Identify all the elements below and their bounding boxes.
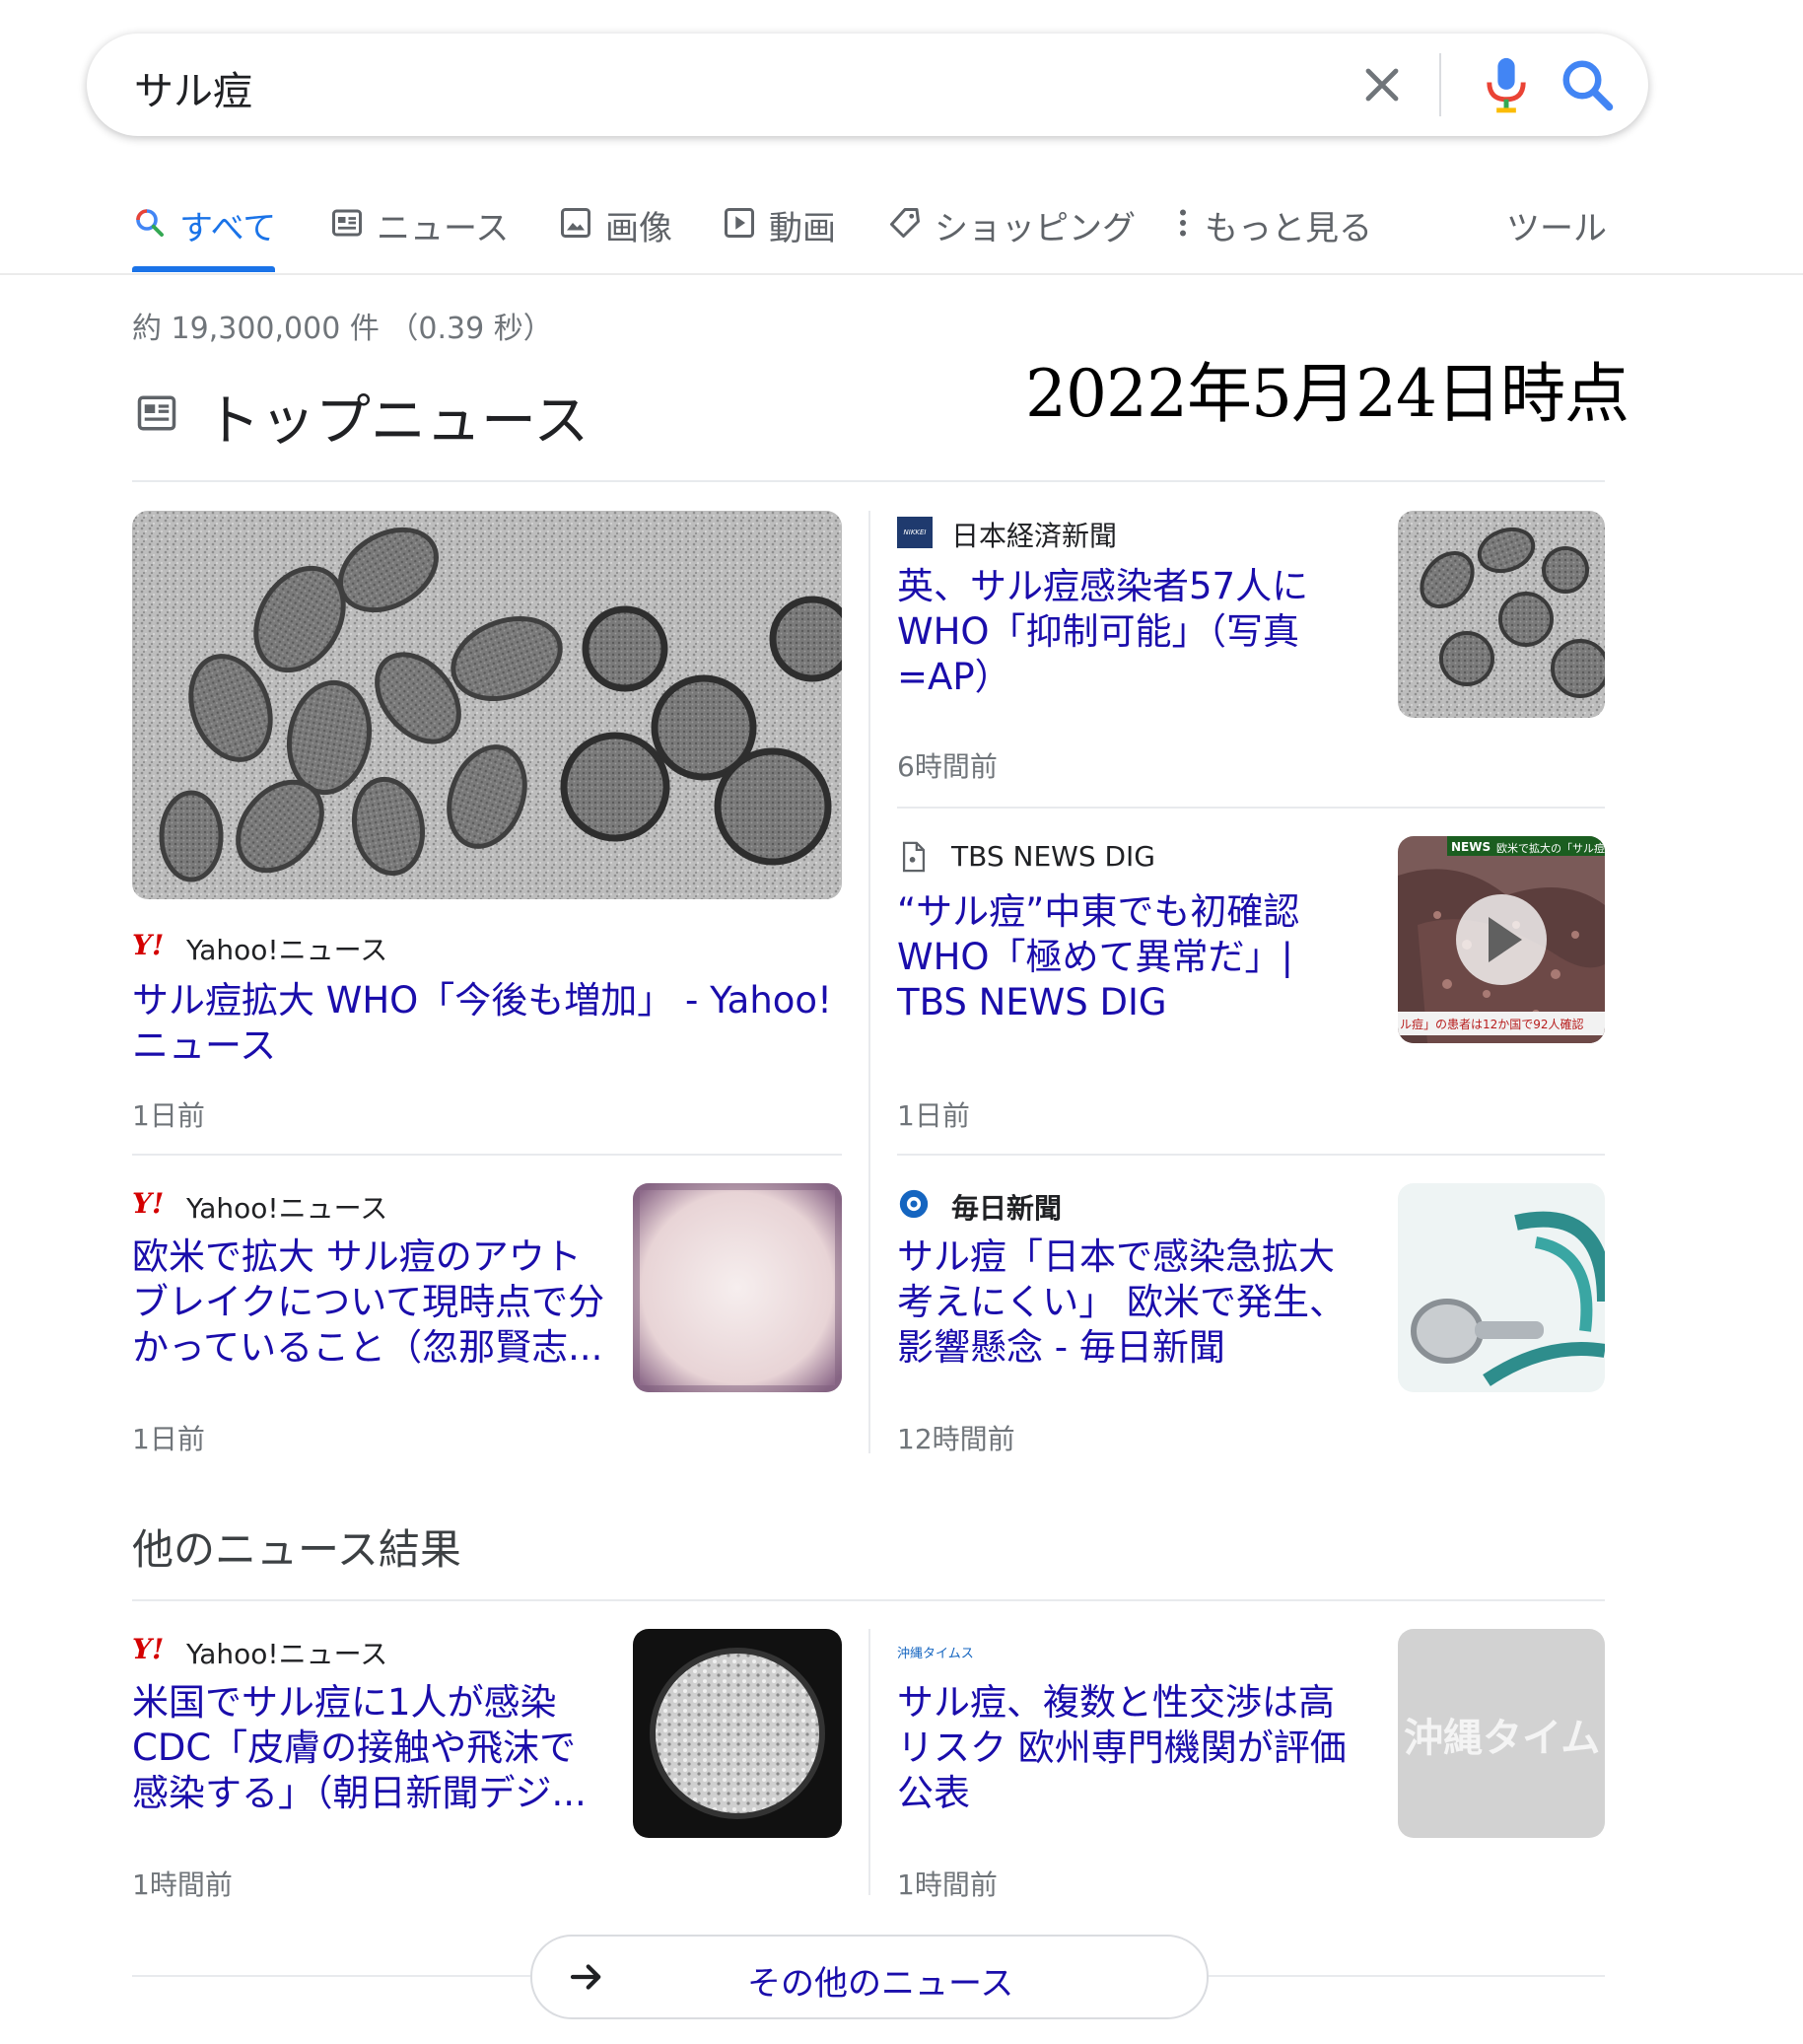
okinawa-times-logo: 沖縄タイムス bbox=[897, 1647, 974, 1661]
news-age: 1日前 bbox=[132, 1423, 205, 1455]
virus-xray-image bbox=[633, 1629, 842, 1838]
news-thumbnail[interactable] bbox=[633, 1629, 842, 1838]
divider bbox=[1205, 1975, 1605, 1977]
divider bbox=[132, 1975, 530, 1977]
source-name: 毎日新聞 bbox=[951, 1192, 1063, 1225]
yahoo-logo: Y! bbox=[132, 1187, 165, 1220]
news-age: 1時間前 bbox=[897, 1868, 998, 1901]
news-headline-link[interactable]: 英、サル痘感染者57人に WHO「抑制可能」（写真=AP） bbox=[897, 564, 1331, 700]
news-thumbnail[interactable] bbox=[1398, 511, 1605, 718]
more-vert-icon bbox=[1180, 209, 1186, 237]
news-source: NIKKEI 日本経済新聞 bbox=[897, 515, 1370, 552]
news-icon bbox=[332, 209, 362, 237]
source-name: Yahoo!ニュース bbox=[186, 1638, 388, 1670]
news-age: 1日前 bbox=[897, 1099, 970, 1132]
search-submit-icon[interactable] bbox=[1558, 55, 1617, 114]
news-headline-link[interactable]: サル痘、複数と性交渉は高リスク 欧州専門機関が評価公表 bbox=[897, 1680, 1370, 1816]
tab-label: 画像 bbox=[605, 209, 672, 248]
date-annotation: 2022年5月24日時点 bbox=[1025, 356, 1630, 432]
divider bbox=[897, 1154, 1605, 1156]
news-headline-link[interactable]: “サル痘”中東でも初確認 WHO「極めて異常だ」| TBS NEWS DIG bbox=[897, 889, 1331, 1025]
tab-label: ニュース bbox=[377, 209, 510, 248]
news-thumbnail[interactable] bbox=[132, 511, 842, 899]
news-age: 1時間前 bbox=[132, 1868, 233, 1901]
image-icon bbox=[561, 208, 590, 238]
divider bbox=[132, 1599, 1605, 1601]
tab-label: もっと見る bbox=[1205, 209, 1372, 248]
column-divider bbox=[868, 1629, 870, 1895]
tab-label: すべて bbox=[179, 209, 277, 248]
clear-icon[interactable] bbox=[1358, 61, 1406, 108]
divider bbox=[897, 807, 1605, 809]
news-source: TBS NEWS DIG bbox=[897, 840, 1370, 876]
mic-icon[interactable] bbox=[1477, 53, 1536, 116]
source-name: TBS NEWS DIG bbox=[951, 840, 1156, 873]
arrow-right-icon bbox=[570, 1964, 601, 1990]
divider bbox=[132, 480, 1605, 482]
rash-hand-image bbox=[1398, 836, 1605, 1043]
yahoo-logo: Y! bbox=[132, 1633, 165, 1665]
news-thumbnail[interactable] bbox=[1398, 1183, 1605, 1392]
news-headline-link[interactable]: 米国でサル痘に1人が感染 CDC「皮膚の接触や飛沫で感染する」（朝日新聞デジ..… bbox=[132, 1680, 605, 1816]
divider bbox=[132, 1154, 842, 1156]
section-title-top-news: トップニュース bbox=[205, 389, 589, 454]
thumb-text: 沖縄タイム bbox=[1404, 1716, 1601, 1761]
news-source: Y! Yahoo!ニュース bbox=[132, 1633, 625, 1670]
section-title-other-news: 他のニュース結果 bbox=[132, 1525, 461, 1574]
virus-micrograph-image bbox=[132, 511, 842, 899]
news-headline-link[interactable]: サル痘「日本で感染急拡大考えにくい」 欧米で発生、影響懸念 - 毎日新聞 bbox=[897, 1234, 1370, 1371]
search-input[interactable]: サル痘 bbox=[134, 59, 252, 116]
document-icon bbox=[902, 841, 926, 873]
news-headline-link[interactable]: 欧米で拡大 サル痘のアウトブレイクについて現時点で分かっていること（忽那賢志..… bbox=[132, 1234, 605, 1371]
tab-label: ショッピング bbox=[935, 209, 1136, 248]
news-thumbnail[interactable] bbox=[633, 1183, 842, 1392]
video-thumbnail[interactable]: NEWS 欧米で拡大の「サル痘 ル痘」の患者は12か国で92人確認 bbox=[1398, 836, 1605, 1043]
source-name: 日本経済新聞 bbox=[951, 520, 1118, 552]
mainichi-logo bbox=[899, 1189, 929, 1219]
result-stats: 約 19,300,000 件 （0.39 秒） bbox=[132, 312, 553, 346]
video-icon bbox=[725, 208, 754, 238]
search-box[interactable]: サル痘 bbox=[87, 34, 1648, 136]
news-thumbnail[interactable]: 沖縄タイム bbox=[1398, 1629, 1605, 1838]
news-headline-link[interactable]: サル痘拡大 WHO「今後も増加」 - Yahoo! ニュース bbox=[132, 978, 842, 1073]
tools-label: ツール bbox=[1506, 209, 1607, 248]
news-source: 毎日新聞 bbox=[897, 1187, 1370, 1225]
thumb-caption: NEWS bbox=[1451, 840, 1491, 854]
source-name: Yahoo!ニュース bbox=[186, 1192, 388, 1225]
active-tab-indicator bbox=[132, 266, 275, 272]
yahoo-logo: Y! bbox=[132, 929, 165, 961]
thumb-caption: 欧米で拡大の「サル痘 bbox=[1496, 842, 1605, 855]
virus-micrograph-image bbox=[1398, 511, 1605, 718]
column-divider bbox=[868, 511, 870, 1453]
virus-closeup-image bbox=[633, 1183, 842, 1392]
stethoscope-image bbox=[1398, 1183, 1605, 1392]
news-age: 12時間前 bbox=[897, 1423, 1015, 1455]
search-icon bbox=[136, 209, 164, 237]
news-age: 6時間前 bbox=[897, 750, 998, 783]
nikkei-logo: NIKKEI bbox=[897, 517, 933, 548]
tabs-divider bbox=[0, 273, 1803, 275]
tab-label: 動画 bbox=[769, 209, 836, 248]
source-name: Yahoo!ニュース bbox=[186, 934, 388, 966]
news-source: Y! Yahoo!ニュース bbox=[132, 929, 724, 966]
more-news-button[interactable]: その他のニュース bbox=[530, 1935, 1209, 2019]
news-source: 沖縄タイムス bbox=[897, 1633, 1370, 1668]
news-icon bbox=[137, 395, 176, 431]
search-divider bbox=[1439, 53, 1441, 116]
news-age: 1日前 bbox=[132, 1099, 205, 1132]
news-source: Y! Yahoo!ニュース bbox=[132, 1187, 625, 1225]
more-news-label: その他のニュース bbox=[747, 1964, 1014, 2004]
tag-icon bbox=[890, 208, 920, 238]
thumb-caption: ル痘」の患者は12か国で92人確認 bbox=[1400, 1018, 1584, 1031]
